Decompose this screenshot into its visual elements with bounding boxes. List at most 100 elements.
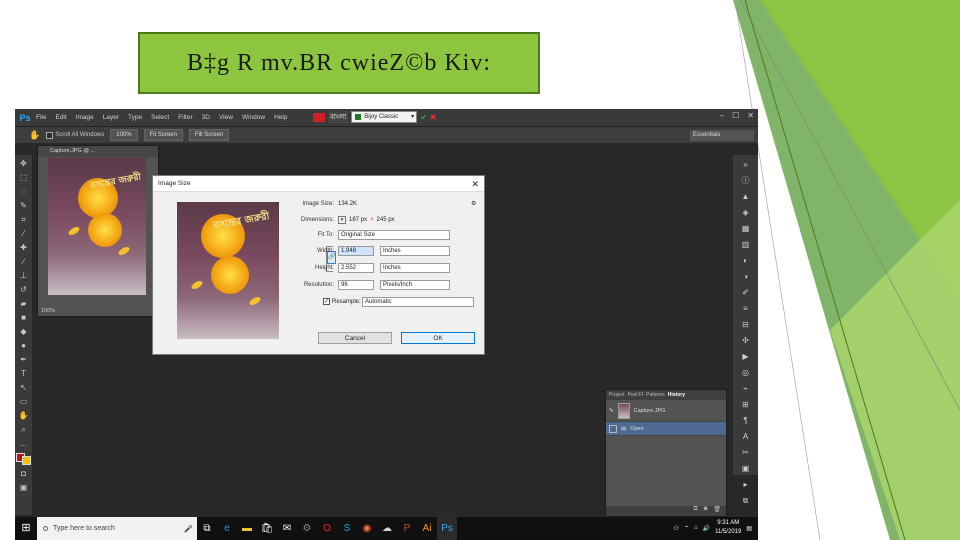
- menu-3d[interactable]: 3D: [202, 114, 210, 121]
- hand-tool-icon[interactable]: ✋: [29, 130, 40, 141]
- opera-icon[interactable]: O: [317, 517, 337, 540]
- healing-tool-icon[interactable]: ✚: [19, 243, 29, 253]
- workspace-dropdown[interactable]: Essentials: [690, 130, 754, 141]
- scroll-all-windows-checkbox[interactable]: [46, 131, 54, 139]
- crop-tool-icon[interactable]: ⌗: [19, 215, 29, 225]
- lasso-tool-icon[interactable]: ◌: [19, 187, 29, 197]
- ok-button[interactable]: OK: [401, 332, 475, 344]
- layer-comps-icon[interactable]: ◎: [740, 367, 752, 378]
- tab-project[interactable]: Project: [609, 392, 625, 398]
- file-explorer-icon[interactable]: ▬: [237, 517, 257, 540]
- pen-tool-icon[interactable]: ✒: [19, 355, 29, 365]
- actions-icon[interactable]: ▶: [740, 351, 752, 362]
- resolution-unit-select[interactable]: Pixels/Inch: [380, 279, 450, 290]
- microphone-icon[interactable]: 🎤: [184, 525, 197, 533]
- menu-layer[interactable]: Layer: [103, 114, 119, 121]
- tool-preset-icon[interactable]: ⊟: [740, 319, 752, 330]
- extras-icon[interactable]: …: [19, 439, 29, 449]
- channels-icon[interactable]: ⊞: [740, 399, 752, 410]
- glyphs-icon[interactable]: ✂: [740, 447, 752, 458]
- menu-select[interactable]: Select: [151, 114, 169, 121]
- histogram-icon[interactable]: ▲: [740, 191, 752, 202]
- character-icon[interactable]: A: [740, 431, 752, 442]
- close-icon[interactable]: ✖: [430, 113, 437, 122]
- hand-icon[interactable]: ✋: [19, 411, 29, 421]
- properties-icon[interactable]: ≡: [740, 303, 752, 314]
- layers-icon[interactable]: ⧉: [740, 495, 752, 506]
- dimensions-dropdown-icon[interactable]: ▾: [338, 215, 346, 224]
- paragraph-icon[interactable]: ¶: [740, 415, 752, 426]
- new-document-icon[interactable]: ⧉: [693, 506, 697, 516]
- zoom-tool-icon[interactable]: ⌕: [19, 425, 29, 435]
- menu-file[interactable]: File: [36, 114, 46, 121]
- fill-screen-button[interactable]: Fill Screen: [188, 129, 230, 141]
- color-swatches[interactable]: [16, 453, 31, 465]
- powerpoint-icon[interactable]: P: [397, 517, 417, 540]
- task-view-icon[interactable]: ⧉: [197, 517, 217, 540]
- swatches-icon[interactable]: ▥: [740, 239, 752, 250]
- timeline-icon[interactable]: ▣: [740, 463, 752, 474]
- marquee-tool-icon[interactable]: ⬚: [19, 173, 29, 183]
- eraser-tool-icon[interactable]: ▰: [19, 299, 29, 309]
- blur-tool-icon[interactable]: ◆: [19, 327, 29, 337]
- height-input[interactable]: 2.552: [338, 262, 374, 273]
- collapse-icon[interactable]: »: [740, 159, 752, 170]
- dialog-close-icon[interactable]: ✕: [471, 176, 479, 192]
- quick-mask-icon[interactable]: ◘: [19, 469, 29, 479]
- app-icon[interactable]: ☁: [377, 517, 397, 540]
- illustrator-icon[interactable]: Ai: [417, 517, 437, 540]
- settings-icon[interactable]: ⚙: [297, 517, 317, 540]
- menu-type[interactable]: Type: [128, 114, 142, 121]
- check-icon[interactable]: ✔: [420, 113, 427, 122]
- screen-mode-icon[interactable]: ▣: [19, 483, 29, 493]
- minimize-icon[interactable]: –: [720, 111, 724, 120]
- tab-patterns[interactable]: Patterns: [646, 392, 665, 398]
- menu-help[interactable]: Help: [274, 114, 287, 121]
- font-language-label[interactable]: বাংলা: [328, 111, 349, 123]
- windows-start-icon[interactable]: ⊞: [15, 517, 37, 540]
- history-brush-icon[interactable]: ↺: [19, 285, 29, 295]
- cancel-button[interactable]: Cancel: [318, 332, 392, 344]
- dodge-tool-icon[interactable]: ●: [19, 341, 29, 351]
- tab-history[interactable]: History: [668, 392, 685, 398]
- color-icon[interactable]: ▦: [740, 223, 752, 234]
- zoom-100-button[interactable]: 100%: [110, 129, 138, 141]
- tab-pool[interactable]: Pool Fl: [628, 392, 644, 398]
- history-state-row[interactable]: ▤ Open: [606, 422, 726, 436]
- camera-icon[interactable]: ◙: [704, 506, 708, 516]
- path-select-icon[interactable]: ↖: [19, 383, 29, 393]
- clone-source-icon[interactable]: ✣: [740, 335, 752, 346]
- menu-edit[interactable]: Edit: [55, 114, 66, 121]
- taskbar-search[interactable]: Type here to search 🎤: [37, 517, 197, 540]
- gear-icon[interactable]: ⚙: [471, 200, 476, 207]
- shape-tool-icon[interactable]: ▭: [19, 397, 29, 407]
- edge-browser-icon[interactable]: e: [217, 517, 237, 540]
- type-tool-icon[interactable]: T: [19, 369, 29, 379]
- people-icon[interactable]: ⚇: [674, 525, 679, 532]
- maximize-icon[interactable]: ☐: [732, 111, 739, 120]
- paths-icon[interactable]: ⌁: [740, 383, 752, 394]
- info-icon[interactable]: ⓘ: [740, 175, 752, 186]
- adjustments-icon[interactable]: ◑: [740, 271, 752, 282]
- styles-icon[interactable]: ◐: [740, 255, 752, 266]
- play-icon[interactable]: ▸: [740, 479, 752, 490]
- scroll-all-windows-option[interactable]: Scroll All Windows: [46, 131, 104, 139]
- quick-select-tool-icon[interactable]: ✎: [19, 201, 29, 211]
- fit-screen-button[interactable]: Fit Screen: [143, 129, 183, 141]
- move-tool-icon[interactable]: ✥: [19, 159, 29, 169]
- eyedropper-tool-icon[interactable]: ⁄: [19, 229, 29, 239]
- width-unit-select[interactable]: Inches: [380, 245, 450, 256]
- skype-icon[interactable]: S: [337, 517, 357, 540]
- volume-icon[interactable]: 🔊: [703, 525, 710, 532]
- tray-up-icon[interactable]: ⌃: [684, 525, 689, 532]
- notification-icon[interactable]: ▤: [746, 525, 752, 532]
- brush-tool-icon[interactable]: ∕: [19, 257, 29, 267]
- photoshop-taskbar-icon[interactable]: Ps: [437, 517, 457, 540]
- brush-preset-icon[interactable]: ✐: [740, 287, 752, 298]
- gradient-tool-icon[interactable]: ■: [19, 313, 29, 323]
- store-icon[interactable]: 🛍: [257, 517, 277, 540]
- stamp-tool-icon[interactable]: ⊥: [19, 271, 29, 281]
- document-tab[interactable]: Capture.JPG @ ...: [38, 146, 158, 157]
- menu-filter[interactable]: Filter: [178, 114, 192, 121]
- resample-checkbox[interactable]: ✓: [323, 298, 330, 305]
